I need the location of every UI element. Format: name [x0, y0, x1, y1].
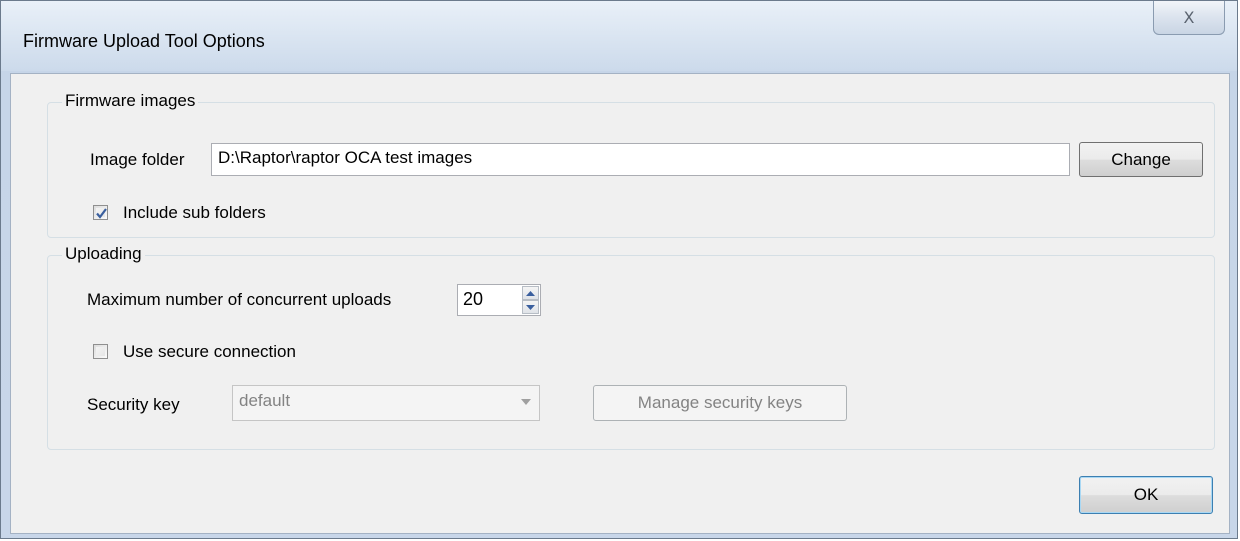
firmware-images-group-label: Firmware images: [62, 91, 199, 111]
chevron-up-icon: [526, 290, 535, 296]
uploading-group-label: Uploading: [62, 244, 145, 264]
security-key-label: Security key: [87, 395, 180, 414]
stepper-arrows: [522, 286, 539, 314]
security-key-select: default: [232, 385, 540, 421]
window-title: Firmware Upload Tool Options: [23, 31, 265, 51]
secure-connection-checkbox[interactable]: [93, 344, 108, 359]
chevron-down-icon: [526, 304, 535, 310]
stepper-down-button[interactable]: [522, 300, 539, 314]
checkbox-inner: [96, 347, 105, 356]
title-bar: Firmware Upload Tool Options X: [1, 1, 1237, 71]
options-dialog: Firmware Upload Tool Options X Firmware …: [0, 0, 1238, 539]
image-folder-label: Image folder: [90, 150, 185, 169]
checkmark-icon: [96, 208, 107, 219]
change-folder-button[interactable]: Change: [1079, 142, 1203, 177]
dropdown-arrow-icon: [521, 399, 531, 405]
ok-button[interactable]: OK: [1079, 476, 1213, 514]
include-subfolders-checkbox[interactable]: [93, 205, 108, 220]
include-subfolders-label[interactable]: Include sub folders: [123, 203, 266, 223]
secure-connection-label[interactable]: Use secure connection: [123, 342, 296, 362]
max-concurrent-stepper[interactable]: 20: [457, 284, 541, 316]
dialog-client-area: Firmware images Image folder D:\Raptor\r…: [10, 73, 1230, 534]
image-folder-input[interactable]: D:\Raptor\raptor OCA test images: [211, 143, 1070, 176]
security-key-value: default: [239, 391, 291, 410]
max-concurrent-value[interactable]: 20: [463, 289, 483, 310]
max-concurrent-label: Maximum number of concurrent uploads: [87, 290, 392, 309]
close-icon: X: [1183, 7, 1195, 27]
stepper-up-button[interactable]: [522, 286, 539, 300]
manage-security-keys-button: Manage security keys: [593, 385, 847, 421]
close-button[interactable]: X: [1153, 1, 1225, 35]
